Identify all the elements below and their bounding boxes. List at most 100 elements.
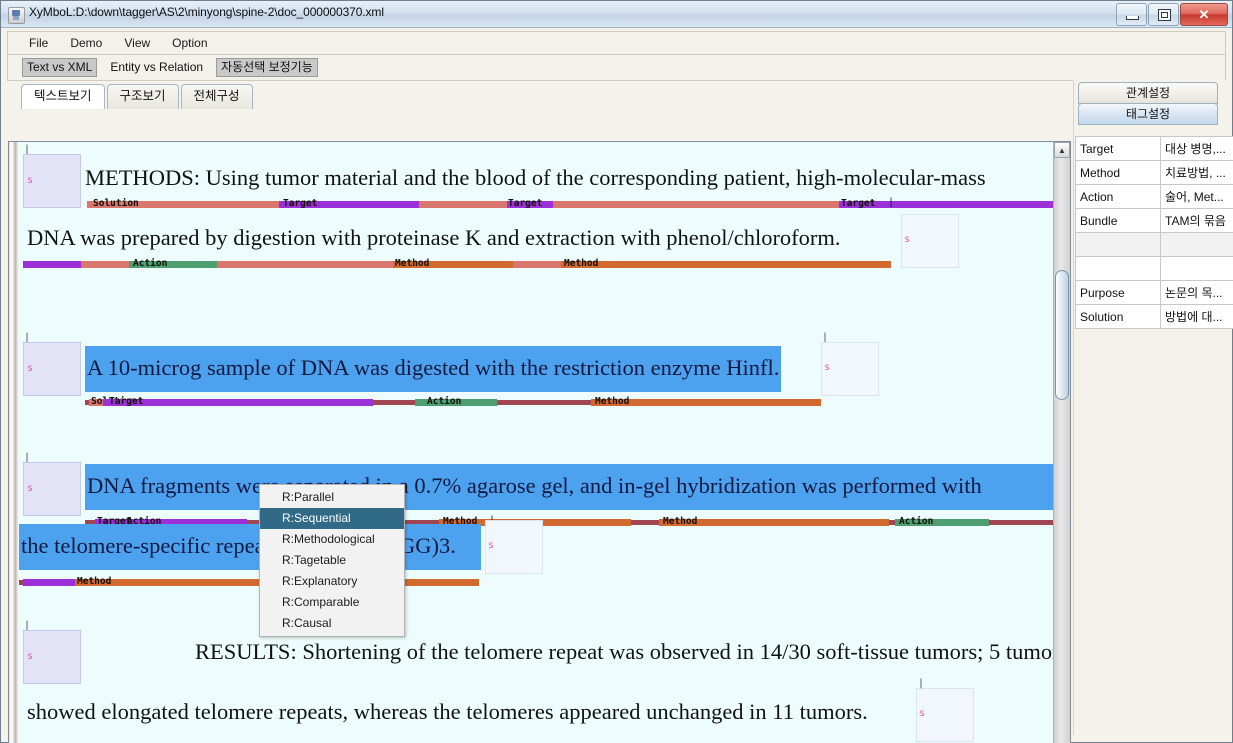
sentence-line-selected[interactable]: the telomere-specific repeat probe (TTAG… xyxy=(19,524,481,570)
context-menu-item-explanatory[interactable]: R:Explanatory xyxy=(260,571,404,592)
annotation-bar-target[interactable] xyxy=(23,579,75,586)
scrollbar-track[interactable] xyxy=(1054,158,1070,743)
context-menu-item-sequential[interactable]: R:Sequential xyxy=(260,508,404,529)
sentence-start-marker[interactable]: s xyxy=(23,630,81,684)
sentence-tick: | xyxy=(24,144,31,155)
annotation-bar-target[interactable] xyxy=(23,261,81,268)
annotation-row[interactable]: Action Method Method xyxy=(19,258,1053,270)
tag-desc-cell[interactable] xyxy=(1160,232,1233,257)
client-area: File Demo View Option Text vs XML Entity… xyxy=(1,28,1233,743)
sentence-marker-label: s xyxy=(904,234,911,245)
sentence-start-marker[interactable]: s xyxy=(23,462,81,516)
context-menu-item-parallel[interactable]: R:Parallel xyxy=(260,487,404,508)
tag-desc-cell[interactable]: TAM의 묶음 xyxy=(1160,208,1233,233)
annotation-bar-solution[interactable] xyxy=(81,261,129,268)
menu-view[interactable]: View xyxy=(113,34,161,53)
annotation-bar-method[interactable] xyxy=(561,261,891,268)
sentence-line[interactable]: showed elongated telomere repeats, where… xyxy=(27,698,868,726)
scrollbar-thumb[interactable] xyxy=(1055,270,1069,400)
tag-name-cell[interactable] xyxy=(1075,232,1161,257)
table-row[interactable]: Bundle TAM의 묶음 xyxy=(1075,208,1233,233)
sentence-marker-label: s xyxy=(488,540,495,551)
annotation-row[interactable]: Method xyxy=(19,576,1053,588)
tag-name-cell[interactable]: Solution xyxy=(1075,304,1161,329)
document-canvas[interactable]: | s METHODS: Using tumor material and th… xyxy=(19,142,1053,743)
maximize-icon xyxy=(1158,9,1171,21)
sentence-start-marker[interactable]: s xyxy=(23,342,81,396)
tag-settings-table[interactable]: Target 대상 병명,... Method 치료방법, ... Action… xyxy=(1075,136,1233,329)
tag-desc-cell[interactable]: 논문의 목... xyxy=(1160,280,1233,305)
annotation-label: Action xyxy=(899,516,934,527)
table-row[interactable] xyxy=(1075,256,1233,281)
tag-desc-cell[interactable] xyxy=(1160,256,1233,281)
annotation-label: Target xyxy=(508,198,543,209)
tab-relation-settings[interactable]: 관계설정 xyxy=(1078,82,1218,104)
sentence-block: | s DNA fragments were separated in a 0.… xyxy=(19,442,1053,597)
tab-text-view[interactable]: 텍스트보기 xyxy=(21,84,105,109)
annotation-label: Target xyxy=(841,198,876,209)
tag-name-cell[interactable]: Purpose xyxy=(1075,280,1161,305)
text-annotation-editor[interactable]: | s METHODS: Using tumor material and th… xyxy=(8,141,1071,743)
annotation-row[interactable]: Solution Target Target Target | xyxy=(19,197,1053,210)
tag-desc-cell[interactable]: 치료방법, ... xyxy=(1160,160,1233,185)
window-title: XyMboL:D:\down\tagger\AS\2\minyong\spine… xyxy=(29,5,384,19)
menu-option[interactable]: Option xyxy=(161,34,218,53)
annotation-bar-solution[interactable] xyxy=(513,261,561,268)
maximize-button[interactable] xyxy=(1148,3,1179,26)
annotation-label: Action xyxy=(427,396,462,407)
menu-demo[interactable]: Demo xyxy=(59,34,113,53)
annotation-label: Method xyxy=(663,516,698,527)
editor-vertical-scrollbar[interactable]: ▲ ▼ xyxy=(1053,142,1070,743)
tag-name-cell[interactable]: Action xyxy=(1075,184,1161,209)
right-side-panel: 관계설정 태그설정 Target 대상 병명,... Method 치료방법, … xyxy=(1073,80,1233,735)
application-window: XyMboL:D:\down\tagger\AS\2\minyong\spine… xyxy=(0,0,1233,743)
menu-file[interactable]: File xyxy=(18,34,59,53)
annotation-bar-target[interactable] xyxy=(103,399,373,406)
table-row[interactable]: Purpose 논문의 목... xyxy=(1075,280,1233,305)
minimize-button[interactable] xyxy=(1116,3,1147,26)
tag-name-cell[interactable]: Target xyxy=(1075,136,1161,161)
annotation-label: Action xyxy=(133,258,168,269)
tab-full-composition[interactable]: 전체구성 xyxy=(180,84,253,109)
mode-entity-vs-relation[interactable]: Entity vs Relation xyxy=(105,58,208,77)
sentence-line-selected[interactable]: A 10-microg sample of DNA was digested w… xyxy=(85,346,782,392)
tag-name-cell[interactable]: Bundle xyxy=(1075,208,1161,233)
mode-text-vs-xml[interactable]: Text vs XML xyxy=(22,58,98,77)
table-row[interactable]: Solution 방법에 대... xyxy=(1075,304,1233,329)
tab-tag-settings[interactable]: 태그설정 xyxy=(1078,103,1218,125)
scroll-up-arrow-icon[interactable]: ▲ xyxy=(1054,142,1070,158)
window-controls: ✕ xyxy=(1115,3,1228,26)
sentence-line[interactable]: DNA was prepared by digestion with prote… xyxy=(27,224,841,252)
sentence-line-selected[interactable]: DNA fragments were separated in a 0.7% a… xyxy=(85,464,1053,510)
annotation-bar-solution[interactable] xyxy=(553,201,839,208)
sentence-end-marker[interactable]: s xyxy=(916,688,974,742)
annotation-bar-solution[interactable] xyxy=(217,261,393,268)
context-menu-item-causal[interactable]: R:Causal xyxy=(260,613,404,634)
table-row[interactable] xyxy=(1075,232,1233,257)
relation-context-menu[interactable]: R:Parallel R:Sequential R:Methodological… xyxy=(259,484,405,637)
sentence-end-marker[interactable]: s xyxy=(821,342,879,396)
table-row[interactable]: Method 치료방법, ... xyxy=(1075,160,1233,185)
annotation-bar-target[interactable] xyxy=(419,201,507,208)
table-row[interactable]: Action 술어, Met... xyxy=(1075,184,1233,209)
tag-desc-cell[interactable]: 술어, Met... xyxy=(1160,184,1233,209)
sentence-line[interactable]: METHODS: Using tumor material and the bl… xyxy=(85,164,986,192)
tag-desc-cell[interactable]: 방법에 대... xyxy=(1160,304,1233,329)
mode-auto-select-correction[interactable]: 자동선택 보정기능 xyxy=(216,58,318,77)
context-menu-item-methodological[interactable]: R:Methodological xyxy=(260,529,404,550)
annotation-row[interactable]: Solution Target Action Method xyxy=(19,396,1053,408)
tag-desc-cell[interactable]: 대상 병명,... xyxy=(1160,136,1233,161)
table-row[interactable]: Target 대상 병명,... xyxy=(1075,136,1233,161)
sentence-tick: | xyxy=(918,678,925,689)
sentence-tick: | xyxy=(24,452,31,463)
tab-structure-view[interactable]: 구조보기 xyxy=(106,84,179,109)
sentence-end-marker[interactable]: s xyxy=(485,520,543,574)
annotation-label: Method xyxy=(77,576,112,587)
context-menu-item-tagetable[interactable]: R:Tagetable xyxy=(260,550,404,571)
context-menu-item-comparable[interactable]: R:Comparable xyxy=(260,592,404,613)
sentence-tick: | xyxy=(24,620,31,631)
tag-name-cell[interactable] xyxy=(1075,256,1161,281)
sentence-line[interactable]: RESULTS: Shortening of the telomere repe… xyxy=(195,638,1053,666)
close-button[interactable]: ✕ xyxy=(1180,3,1228,26)
tag-name-cell[interactable]: Method xyxy=(1075,160,1161,185)
